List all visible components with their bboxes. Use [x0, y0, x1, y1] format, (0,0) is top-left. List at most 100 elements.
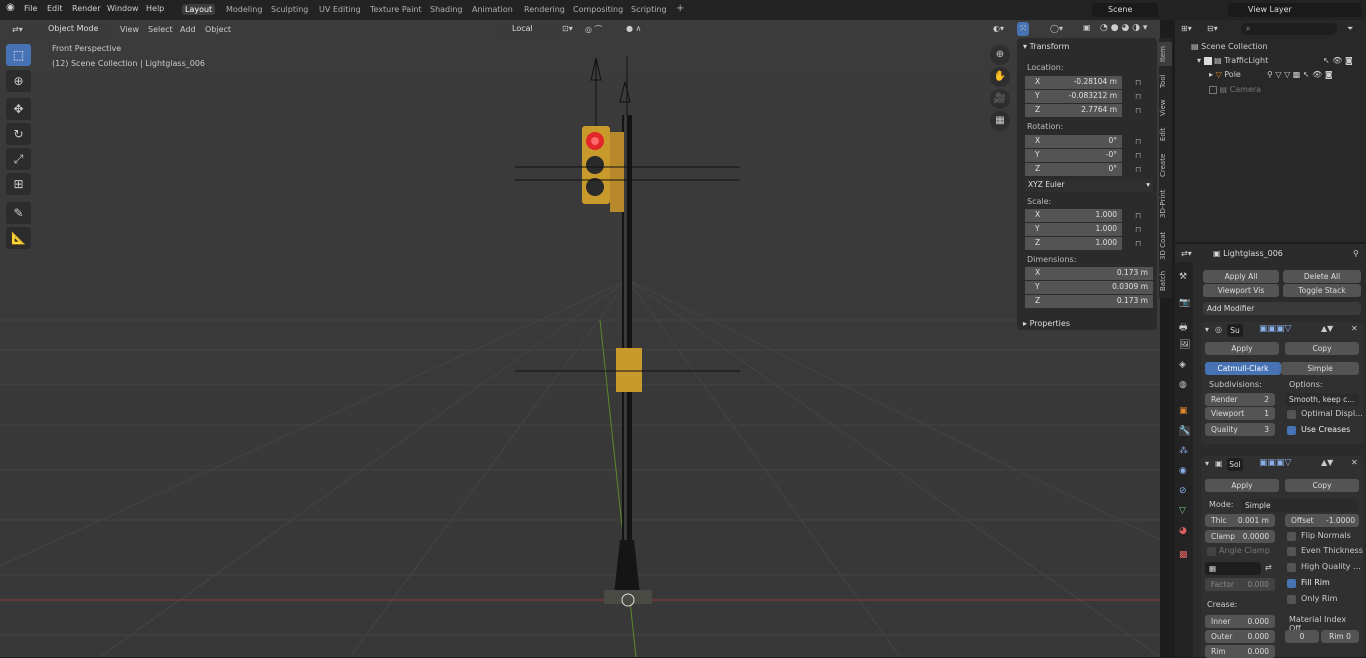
tab-batch[interactable]: Batch [1159, 268, 1172, 294]
lock-icon[interactable]: ⊓ [1135, 239, 1141, 248]
cursor-tool-icon[interactable]: ⊕ [6, 70, 31, 92]
copy-button[interactable]: Copy [1285, 342, 1359, 355]
clamp-field[interactable]: Clamp 0.0000 [1205, 530, 1275, 543]
checkbox-icon[interactable] [1203, 56, 1212, 65]
pan-hand-icon[interactable]: ✋ [990, 67, 1010, 87]
object-mode-dropdown[interactable]: Object Mode [34, 22, 110, 36]
tab-view[interactable]: View [1159, 96, 1172, 120]
select-tool-icon[interactable]: ⬚ [6, 44, 31, 66]
tab-compositing[interactable]: Compositing [570, 4, 626, 15]
move-up-down-icon[interactable]: ▲▼ [1321, 324, 1333, 333]
move-tool-icon[interactable]: ✥ [6, 98, 31, 120]
properties-header[interactable]: ▸ Properties [1023, 319, 1070, 328]
constraints-icon[interactable]: ⊘ [1179, 486, 1187, 496]
fill-rim-checkbox[interactable] [1287, 579, 1296, 588]
output-icon[interactable]: 🖶 [1179, 320, 1188, 336]
outliner-row-scene-collection[interactable]: ▤ Scene Collection [1191, 42, 1268, 51]
tab-3d-coat[interactable]: 3D Coat [1159, 228, 1172, 264]
lock-icon[interactable]: ⊓ [1135, 78, 1141, 87]
scene-selector[interactable]: Scene [1092, 3, 1158, 17]
tab-animation[interactable]: Animation [469, 4, 516, 15]
modifier-wrench-icon[interactable]: 🔧 [1179, 426, 1191, 436]
tab-layout[interactable]: Layout [182, 4, 216, 15]
object-icon[interactable]: ▣ [1179, 406, 1188, 416]
location-z-field[interactable]: Z 2.7764 m [1025, 104, 1122, 117]
material-offset-field[interactable]: 0 [1285, 630, 1319, 643]
delete-all-button[interactable]: Delete All [1283, 270, 1361, 283]
tab-3d-print[interactable]: 3D-Print [1159, 184, 1172, 224]
properties-editor-icon[interactable]: ⇄▾ [1181, 249, 1192, 258]
dimension-x-field[interactable]: X 0.173 m [1025, 267, 1153, 280]
object-menu[interactable]: Object [205, 25, 231, 34]
view-layer-icon[interactable]: 🖼 [1179, 340, 1190, 350]
invert-icon[interactable]: ⇄ [1265, 563, 1272, 572]
tab-shading[interactable]: Shading [427, 4, 466, 15]
tab-create[interactable]: Create [1159, 150, 1172, 180]
tab-uv-editing[interactable]: UV Editing [316, 4, 364, 15]
pin-icon[interactable]: ⚲ [1353, 249, 1359, 258]
vertex-group-field[interactable]: ▦ [1205, 562, 1261, 575]
physics-icon[interactable]: ◉ [1179, 466, 1187, 476]
optimal-display-checkbox[interactable] [1287, 410, 1296, 419]
crease-rim-field[interactable]: Rim 0.000 [1205, 645, 1275, 658]
outliner-row-camera[interactable]: ▤ Camera [1209, 85, 1261, 94]
filter-icon[interactable]: ⏷ [1347, 24, 1353, 34]
lock-icon[interactable]: ⊓ [1135, 211, 1141, 220]
particles-icon[interactable]: ⁂ [1179, 446, 1188, 456]
tab-item[interactable]: Item [1159, 42, 1172, 66]
menu-window[interactable]: Window [107, 4, 139, 13]
move-up-down-icon[interactable]: ▲▼ [1321, 458, 1333, 467]
add-menu[interactable]: Add [180, 25, 196, 34]
view-menu[interactable]: View [120, 25, 139, 34]
flip-normals-checkbox[interactable] [1287, 532, 1296, 541]
location-y-field[interactable]: Y -0.083212 m [1025, 90, 1122, 103]
outliner-row-trafficlight[interactable]: ▾ ▤ TrafficLight [1197, 56, 1268, 65]
world-icon[interactable]: ◍ [1179, 380, 1187, 390]
display-mode-icon[interactable]: ⊟▾ [1207, 24, 1218, 33]
outliner-search-input[interactable]: ⌕ [1241, 23, 1337, 35]
mode-dropdown[interactable]: Simple [1241, 499, 1359, 512]
xray-icon[interactable]: ▣ [1083, 23, 1091, 32]
scale-x-field[interactable]: X 1.000 [1025, 209, 1122, 222]
expand-icon[interactable]: ▾ [1205, 325, 1209, 334]
3d-viewport[interactable]: ⇄▾ Object Mode View Select Add Object Lo… [0, 20, 1160, 657]
lock-icon[interactable]: ⊓ [1135, 92, 1141, 101]
snap-icon[interactable]: ◎ ⌒ [585, 24, 603, 35]
rotation-y-field[interactable]: Y -0° [1025, 149, 1122, 162]
add-workspace-icon[interactable]: + [673, 2, 687, 15]
catmull-clark-toggle[interactable]: Catmull-Clark [1205, 362, 1281, 375]
lock-icon[interactable]: ⊓ [1135, 106, 1141, 115]
modifier-display-icons[interactable]: ▣▣▣▽ [1259, 458, 1291, 468]
proportional-edit-icon[interactable]: ● ∧ [626, 24, 641, 33]
modifier-display-icons[interactable]: ▣▣▣▽ [1259, 324, 1291, 334]
lock-icon[interactable]: ⊓ [1135, 225, 1141, 234]
uv-smooth-dropdown[interactable]: Smooth, keep c... [1285, 393, 1359, 406]
expand-icon[interactable]: ▾ [1205, 459, 1209, 468]
menu-edit[interactable]: Edit [47, 4, 63, 13]
overlays-icon[interactable]: ◯▾ [1050, 24, 1063, 33]
menu-render[interactable]: Render [72, 4, 100, 13]
location-x-field[interactable]: X -0.28104 m [1025, 76, 1122, 89]
simple-toggle[interactable]: Simple [1281, 362, 1359, 375]
mesh-data-icon[interactable]: ▽ [1179, 506, 1186, 516]
even-thickness-checkbox[interactable] [1287, 547, 1296, 556]
shading-modes-icon[interactable]: ◔ ● ◕ ◑ ▾ [1100, 23, 1147, 33]
gizmo-icon[interactable]: ⤧ [1017, 22, 1030, 36]
viewport-vis-button[interactable]: Viewport Vis [1203, 284, 1279, 297]
render-icon[interactable]: 📷 [1179, 298, 1190, 308]
tab-texture-paint[interactable]: Texture Paint [367, 4, 425, 15]
zoom-icon[interactable]: ⊕ [990, 45, 1010, 65]
copy-button[interactable]: Copy [1285, 479, 1359, 492]
texture-icon[interactable]: ▩ [1179, 550, 1188, 560]
modifier-name-field[interactable]: Su [1227, 324, 1243, 337]
apply-button[interactable]: Apply [1205, 342, 1279, 355]
lock-icon[interactable]: ⊓ [1135, 165, 1141, 174]
lock-icon[interactable]: ⊓ [1135, 137, 1141, 146]
select-menu[interactable]: Select [148, 25, 173, 34]
visibility-icon[interactable]: ◐▾ [993, 24, 1004, 33]
scale-tool-icon[interactable]: ⤢ [6, 148, 31, 170]
apply-all-button[interactable]: Apply All [1203, 270, 1279, 283]
tab-edit[interactable]: Edit [1159, 124, 1172, 144]
tab-tool[interactable]: Tool [1159, 70, 1172, 92]
outliner-row-pole[interactable]: ▸ ▽ Pole [1209, 70, 1241, 79]
